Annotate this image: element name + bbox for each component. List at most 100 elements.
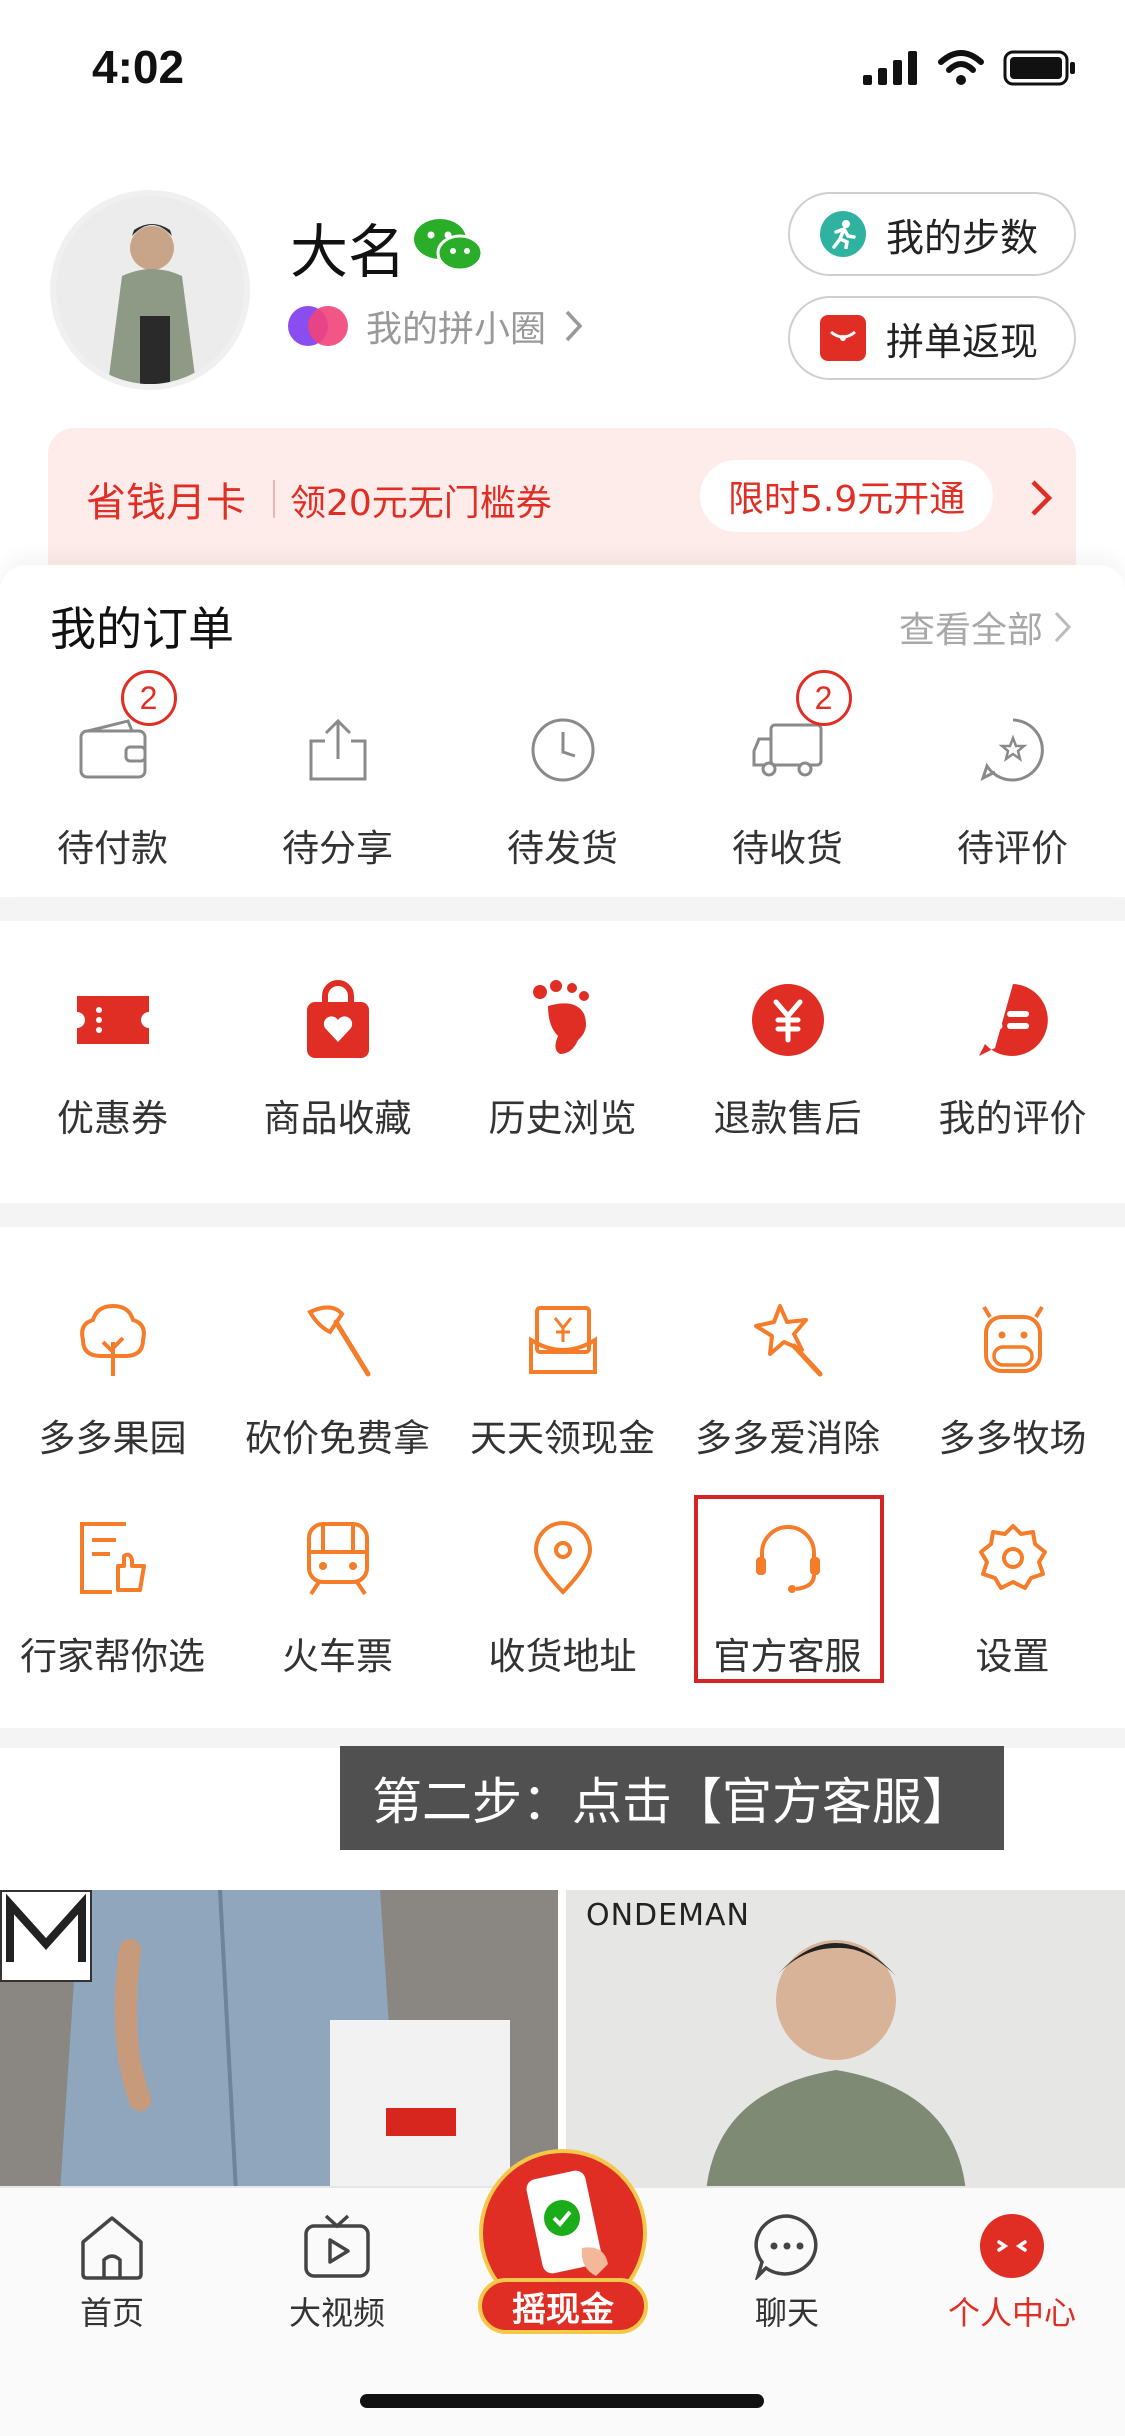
coupons-item[interactable]: 优惠券 — [0, 970, 225, 1142]
cow-icon — [981, 1305, 1044, 1373]
tab-label: 聊天 — [754, 2294, 819, 2332]
tab-label: 个人中心 — [947, 2294, 1076, 2332]
order-label: 待分享 — [282, 827, 393, 870]
video-icon — [304, 2214, 370, 2278]
savings-cta-button[interactable]: 限时5.9元开通 — [700, 460, 994, 532]
comment-icon — [978, 984, 1048, 1056]
order-pending-shipment[interactable]: 待发货 — [450, 700, 675, 872]
pin-circle-link[interactable]: 我的拼小圈 — [288, 300, 584, 352]
wifi-icon — [938, 50, 984, 85]
train-ticket-item[interactable]: 火车票 — [225, 1508, 450, 1680]
chevron-right-icon — [565, 310, 583, 342]
service-label: 行家帮你选 — [20, 1635, 205, 1678]
tab-home[interactable]: 首页 — [22, 2212, 202, 2334]
pin-circle-icon — [288, 306, 348, 346]
tab-label: 首页 — [79, 2294, 144, 2332]
order-pending-receipt[interactable]: 2 待收货 — [675, 670, 900, 872]
savings-card[interactable]: 省钱月卡 领20元无门槛券 限时5.9元开通 — [48, 428, 1076, 568]
axe-icon — [306, 1305, 370, 1377]
shortcut-label: 退款售后 — [713, 1097, 862, 1140]
settings-item[interactable]: 设置 — [900, 1508, 1125, 1680]
service-label: 天天领现金 — [470, 1417, 655, 1460]
rebate-button[interactable]: 拼单返现 — [788, 296, 1076, 380]
daily-cash-item[interactable]: 天天领现金 — [450, 1290, 675, 1462]
share-icon — [309, 718, 366, 781]
instruction-caption: 第二步：点击【官方客服】 — [340, 1746, 1004, 1850]
services-row-1: 多多果园 砍价免费拿 天天领现金 多多爱消除 多多牧场 — [0, 1290, 1125, 1462]
avatar-photo — [56, 196, 244, 384]
orders-title: 我的订单 — [50, 602, 234, 656]
ranch-item[interactable]: 多多牧场 — [900, 1290, 1125, 1462]
services-row-2: 行家帮你选 火车票 收货地址 官方客服 设置 — [0, 1508, 1125, 1680]
my-steps-button[interactable]: 我的步数 — [788, 192, 1076, 276]
badge: 2 — [795, 670, 852, 726]
brand-logo — [0, 1890, 92, 1982]
train-icon — [306, 1522, 369, 1596]
shake-cash-label[interactable]: 摇现金 — [478, 2278, 648, 2334]
avatar[interactable] — [50, 190, 250, 390]
footprint-icon — [532, 980, 589, 1054]
refund-item[interactable]: 退款售后 — [675, 970, 900, 1142]
status-icons — [863, 50, 1077, 86]
refund-icon — [751, 984, 824, 1056]
favorite-bag-icon — [306, 980, 369, 1058]
status-time: 4:02 — [92, 41, 185, 93]
red-envelope-icon — [820, 315, 866, 361]
service-label: 火车票 — [282, 1635, 393, 1678]
battery-icon — [1003, 50, 1075, 86]
bargain-item[interactable]: 砍价免费拿 — [225, 1290, 450, 1462]
order-label: 待发货 — [507, 827, 618, 870]
product-card-left[interactable] — [0, 1890, 558, 2192]
savings-desc: 领20元无门槛券 — [290, 483, 552, 524]
cash-icon — [528, 1306, 597, 1374]
badge: 2 — [120, 670, 177, 726]
home-icon — [81, 2216, 143, 2280]
service-label: 多多牧场 — [938, 1417, 1087, 1460]
shortcuts-row: 优惠券 商品收藏 历史浏览 退款售后 我的评价 — [0, 970, 1125, 1142]
view-all-orders-link[interactable]: 查看全部 — [899, 601, 1073, 653]
service-label: 设置 — [975, 1635, 1050, 1678]
my-reviews-item[interactable]: 我的评价 — [900, 970, 1125, 1142]
section-divider — [0, 1728, 1125, 1748]
coupon-icon — [76, 996, 149, 1044]
favorites-item[interactable]: 商品收藏 — [225, 970, 450, 1142]
user-name: 大名 — [290, 218, 407, 286]
status-bar: 4:02 — [0, 0, 1125, 140]
savings-title: 省钱月卡 — [86, 480, 246, 526]
running-icon — [820, 211, 866, 257]
service-label: 砍价免费拿 — [245, 1417, 430, 1460]
review-icon — [979, 718, 1044, 782]
view-all-label: 查看全部 — [898, 610, 1043, 651]
chat-icon — [754, 2214, 818, 2280]
order-pending-payment[interactable]: 2 待付款 — [0, 670, 225, 872]
shortcut-label: 商品收藏 — [263, 1097, 412, 1140]
expert-icon — [79, 1522, 146, 1594]
divider — [273, 480, 275, 518]
wechat-icon — [414, 219, 484, 272]
my-steps-label: 我的步数 — [886, 215, 1039, 260]
chevron-right-icon — [1054, 611, 1072, 643]
product-card-right[interactable]: ONDEMAN — [566, 1890, 1125, 2192]
order-pending-share[interactable]: 待分享 — [225, 700, 450, 872]
order-status-row: 2 待付款 待分享 待发货 2 待收货 待评价 — [0, 670, 1125, 872]
star-wand-icon — [753, 1304, 822, 1377]
order-pending-review[interactable]: 待评价 — [900, 700, 1125, 872]
shortcut-label: 我的评价 — [938, 1097, 1087, 1140]
location-icon — [533, 1521, 592, 1595]
match-game-item[interactable]: 多多爱消除 — [675, 1290, 900, 1462]
tab-label: 大视频 — [288, 2294, 385, 2332]
orchard-item[interactable]: 多多果园 — [0, 1290, 225, 1462]
expert-pick-item[interactable]: 行家帮你选 — [0, 1508, 225, 1680]
tab-chat[interactable]: 聊天 — [697, 2212, 877, 2334]
service-label: 多多果园 — [38, 1417, 187, 1460]
section-divider — [0, 897, 1125, 921]
tab-me[interactable]: 个人中心 — [922, 2212, 1102, 2334]
service-label: 收货地址 — [488, 1635, 637, 1678]
tab-video[interactable]: 大视频 — [247, 2212, 427, 2334]
signal-icon — [863, 51, 917, 85]
section-divider — [0, 1203, 1125, 1227]
shipping-address-item[interactable]: 收货地址 — [450, 1508, 675, 1680]
order-label: 待评价 — [957, 827, 1068, 870]
history-item[interactable]: 历史浏览 — [450, 970, 675, 1142]
home-indicator — [360, 2394, 764, 2408]
